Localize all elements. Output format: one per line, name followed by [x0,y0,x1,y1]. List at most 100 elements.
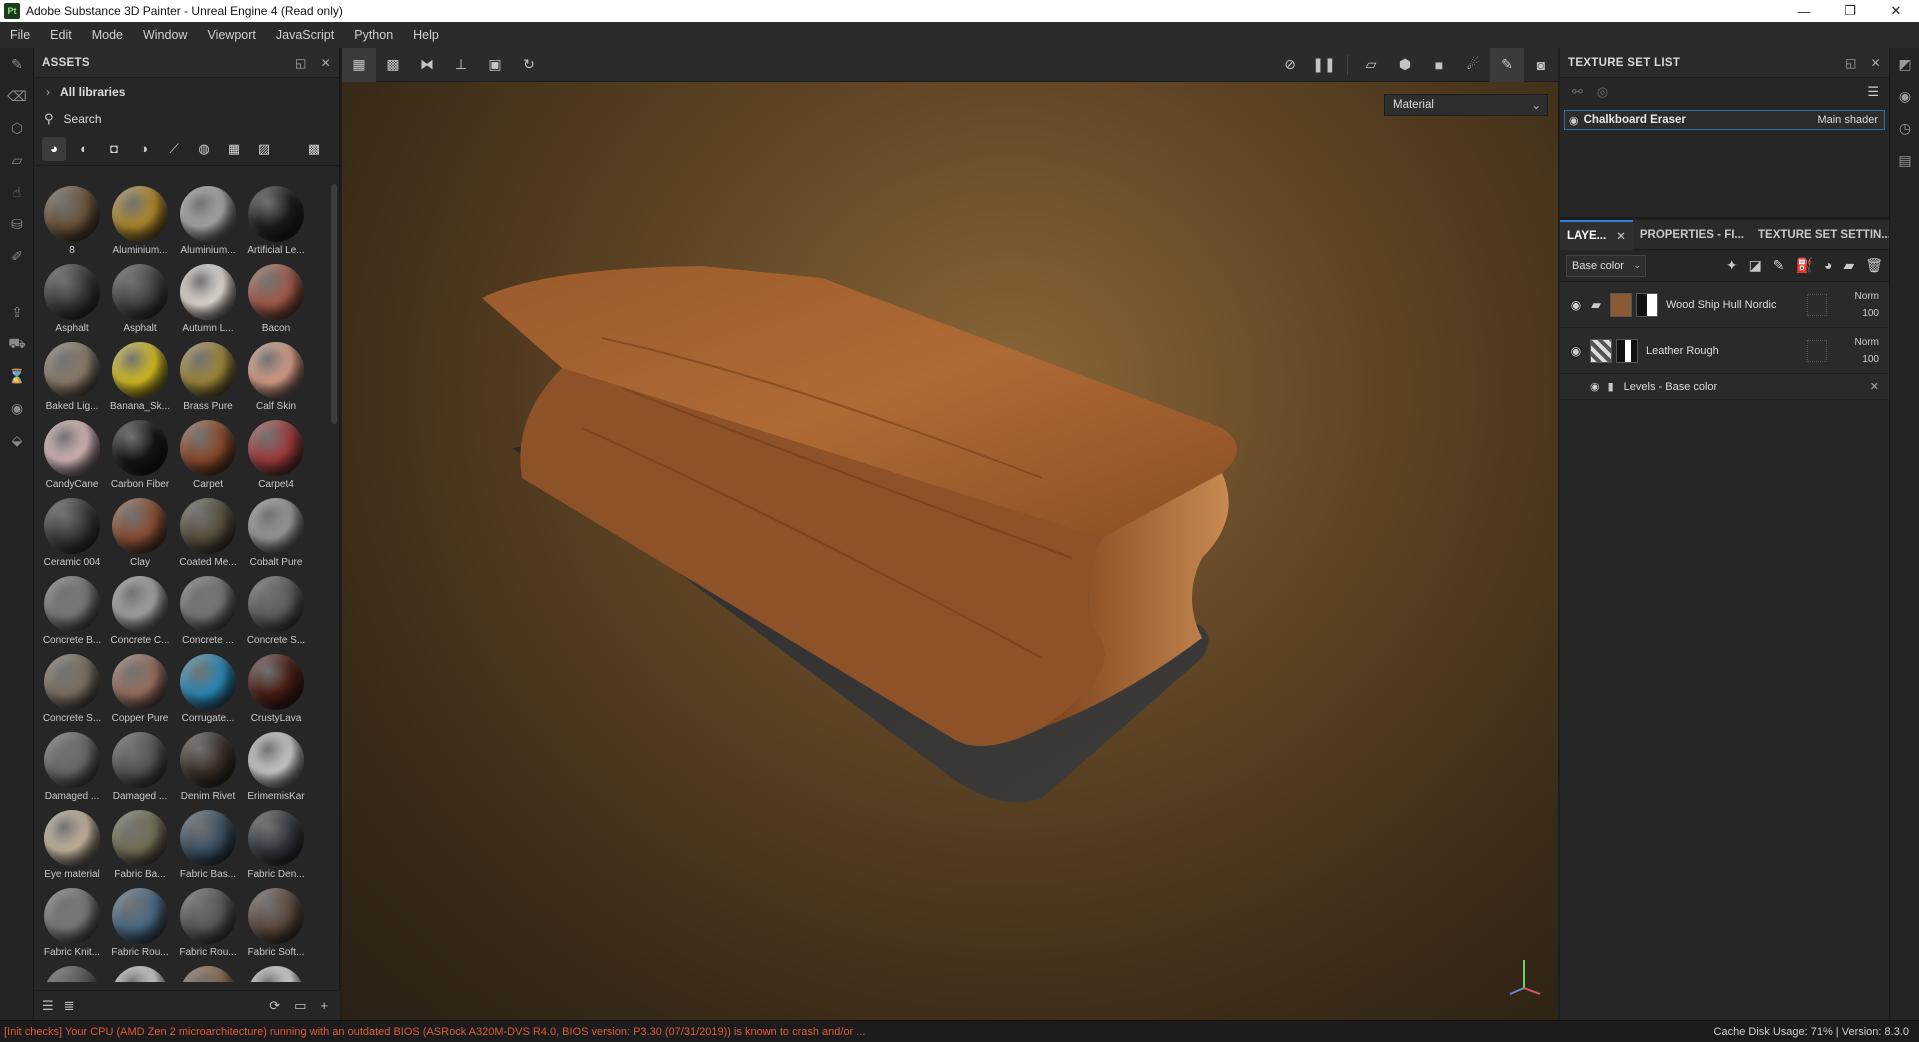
asset-tile[interactable]: Carpet4 [242,418,310,496]
clone-tool-icon[interactable]: ⛁ [0,208,34,240]
asset-tile[interactable]: Denim Rivet [174,730,242,808]
menu-python[interactable]: Python [344,28,403,42]
menu-javascript[interactable]: JavaScript [266,28,344,42]
menu-edit[interactable]: Edit [40,28,82,42]
material-mode-dropdown[interactable]: Material ⌄ [1384,94,1548,116]
menu-file[interactable]: File [0,28,40,42]
asset-tile[interactable]: Fabric Ba... [106,808,174,886]
asset-tile[interactable]: Eye material [38,808,106,886]
asset-tile[interactable]: Fabric Knit... [38,886,106,964]
add-paint-layer-icon[interactable]: ✎ [1773,257,1785,274]
log-icon[interactable]: ▤ [1890,144,1919,176]
asset-tile[interactable]: Concrete S... [38,652,106,730]
smudge-tool-icon[interactable]: ☝ [0,176,34,208]
frame-selection-icon[interactable]: ▣ [478,48,512,82]
asset-tile[interactable]: Fabric Rou... [106,886,174,964]
float-panel-icon[interactable]: ◱ [295,56,307,70]
asset-tile[interactable]: Copper Pure [106,652,174,730]
camera-icon[interactable]: ■ [1422,48,1456,82]
opacity-value[interactable]: 100 [1855,351,1879,368]
add-effect-icon[interactable]: ✦ [1726,257,1738,274]
asset-tile[interactable] [38,964,106,982]
refresh-icon[interactable]: ⟳ [269,998,280,1014]
asset-tile[interactable]: Cobalt Pure [242,496,310,574]
minimize-button[interactable]: — [1781,0,1827,22]
hide-overlay-icon[interactable]: ⊘ [1273,48,1307,82]
3d-viewport[interactable]: ▦ ▩ ⧓ ⊥ ▣ ↻ ⊘ ❚❚ ▱ ⬢ ■ ☄ ✎ ◙ Material ⌄ [342,48,1558,1020]
asset-tile[interactable]: CrustyLava [242,652,310,730]
mask-thumbnail[interactable] [1636,292,1658,317]
layer-row[interactable]: ◉ ▰ Wood Ship Hull Nordic Norm 100 [1560,282,1889,328]
asset-scrollbar[interactable] [331,184,337,424]
pause-icon[interactable]: ❚❚ [1307,48,1341,82]
remove-effect-icon[interactable]: ✕ [1870,380,1879,393]
menu-viewport[interactable]: Viewport [197,28,265,42]
painting-mode-icon[interactable]: ✎ [1490,48,1524,82]
color-picker-tool-icon[interactable]: ✐ [0,240,34,272]
export-icon[interactable]: ⇪ [0,296,34,328]
uv-grid-icon[interactable]: ▦ [342,48,376,82]
menu-help[interactable]: Help [403,28,449,42]
asset-tile[interactable]: Asphalt [38,262,106,340]
asset-tile[interactable]: Calf Skin [242,340,310,418]
blend-mode[interactable]: Norm [1855,288,1879,305]
new-folder-icon[interactable]: ▭ [294,998,306,1014]
link-icon[interactable]: ⚯ [1572,84,1583,100]
projection-tool-icon[interactable]: ⬡ [0,112,34,144]
menu-window[interactable]: Window [133,28,197,42]
shader-label[interactable]: Main shader [1817,114,1884,126]
asset-tile[interactable]: Fabric Soft... [242,886,310,964]
lighting-icon[interactable]: ☄ [1456,48,1490,82]
smart-material-icon[interactable]: ◕ [1824,257,1832,274]
blend-mode[interactable]: Norm [1855,334,1879,351]
asset-tile[interactable]: Corrugate... [174,652,242,730]
asset-tile[interactable]: Concrete C... [106,574,174,652]
asset-tile[interactable]: Damaged ... [38,730,106,808]
asset-tile[interactable]: Concrete ... [174,574,242,652]
asset-tile[interactable]: Clay [106,496,174,574]
effect-row[interactable]: ◉ ▮ Levels - Base color ✕ [1560,374,1889,400]
asset-tile[interactable]: Ceramic 004 [38,496,106,574]
maximize-button[interactable]: ❐ [1827,0,1873,22]
smart-material-filter-icon[interactable]: ◐ [72,137,96,161]
tab-properties[interactable]: PROPERTIES - FI... [1633,220,1751,250]
mask-filter-icon[interactable]: ◘ [102,137,126,161]
assets-search[interactable]: ⚲ Search [34,106,339,132]
filter-list-icon[interactable]: ☰ [42,998,54,1014]
all-libraries-row[interactable]: › All libraries [34,78,339,106]
asset-tile[interactable]: Banana_Sk... [106,340,174,418]
add-asset-icon[interactable]: + [320,998,328,1014]
camera-reset-icon[interactable]: ↻ [512,48,546,82]
brush-filter-icon[interactable]: ⟋ [162,137,186,161]
layer-row[interactable]: ◉ Leather Rough Norm 100 [1560,328,1889,374]
tiling-grid-icon[interactable]: ▩ [376,48,410,82]
asset-tile[interactable]: Coated Me... [174,496,242,574]
eraser-tool-icon[interactable]: ⌫ [0,80,34,112]
delete-layer-icon[interactable]: 🗑 [1865,257,1883,274]
asset-tile[interactable]: Bacon [242,262,310,340]
asset-tile[interactable]: CandyCane [38,418,106,496]
mask-thumbnail[interactable] [1616,338,1638,363]
asset-tile[interactable]: Artificial Le... [242,184,310,262]
asset-tile[interactable]: Baked Lig... [38,340,106,418]
layer-blend[interactable]: Norm 100 [1855,334,1879,368]
particle-filter-icon[interactable]: ◍ [192,137,216,161]
menu-mode[interactable]: Mode [82,28,133,42]
asset-tile[interactable]: Carbon Fiber [106,418,174,496]
layer-blend[interactable]: Norm 100 [1855,288,1879,322]
asset-tile[interactable] [174,964,242,982]
asset-tile[interactable]: Fabric Rou... [174,886,242,964]
asset-tile[interactable] [106,964,174,982]
asset-tile[interactable]: Fabric Den... [242,808,310,886]
mirror-icon[interactable]: ⊥ [444,48,478,82]
tab-texture-set-settings[interactable]: TEXTURE SET SETTIN... [1751,220,1898,250]
eye-icon[interactable]: ◉ [1590,380,1600,393]
asset-tile[interactable]: Carpet [174,418,242,496]
asset-tile[interactable]: ErimemisKar [242,730,310,808]
add-fill-layer-icon[interactable]: ⛽ [1796,257,1813,274]
display-settings-icon[interactable]: ◉ [1890,80,1919,112]
asset-tile[interactable]: 8 [38,184,106,262]
asset-tile[interactable]: Concrete B... [38,574,106,652]
asset-tile[interactable]: Aluminium... [174,184,242,262]
eye-icon[interactable]: ◉ [1566,344,1586,358]
